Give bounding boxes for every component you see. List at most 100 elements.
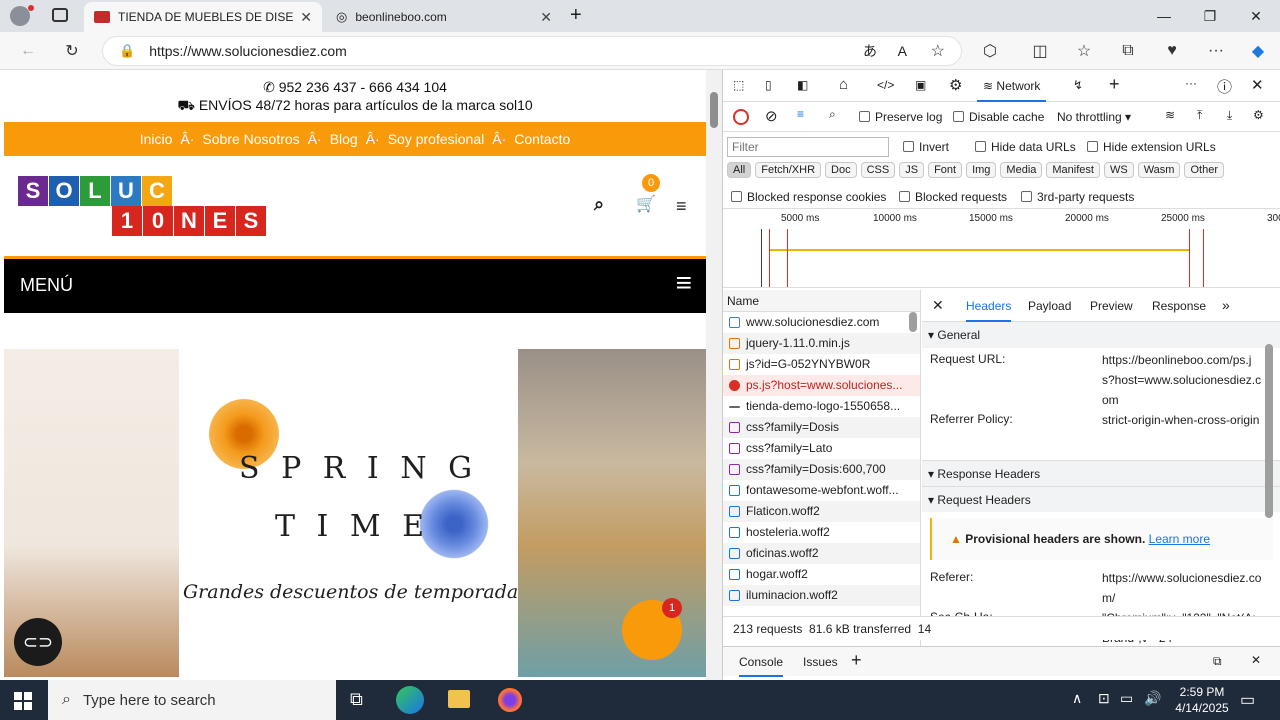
menu-toggle-icon[interactable]: ≡	[676, 267, 692, 299]
close-tab-icon[interactable]: ✕	[300, 9, 312, 26]
site-logo[interactable]: S O L U C 1 0 N E S	[18, 176, 267, 236]
tab-preview[interactable]: Preview	[1090, 299, 1133, 313]
network-tab[interactable]: ≋ Network	[977, 70, 1047, 102]
request-row[interactable]: oficinas.woff2	[723, 543, 920, 564]
filter-css[interactable]: CSS	[860, 162, 896, 178]
request-row[interactable]: jquery-1.11.0.min.js	[723, 333, 920, 354]
settings-icon[interactable]: ⚙	[1253, 108, 1264, 122]
filter-ws[interactable]: WS	[1103, 162, 1134, 178]
request-row[interactable]: css?family=Dosis	[723, 417, 920, 438]
tab-tienda[interactable]: TIENDA DE MUEBLES DE DISEÑO ✕	[84, 2, 322, 32]
favorite-star-icon[interactable]: ☆	[931, 41, 945, 61]
throttling-select[interactable]: No throttling ▾	[1057, 110, 1131, 124]
edge-taskbar-icon[interactable]	[396, 686, 424, 714]
response-headers-header[interactable]: ▾ Response Headers	[922, 460, 1280, 486]
address-bar[interactable]: 🔒 https://www.solucionesdiez.com あ A ☆	[102, 36, 962, 66]
tab-payload[interactable]: Payload	[1028, 299, 1071, 313]
filter-all[interactable]: All	[727, 162, 752, 178]
clear-icon[interactable]: ⊘	[765, 107, 778, 125]
blocked-requests-checkbox[interactable]: Blocked requests	[899, 190, 1007, 204]
welcome-icon[interactable]: ⌂	[839, 76, 848, 93]
notifications-icon[interactable]: ▭	[1240, 690, 1255, 710]
filter-media[interactable]: Media	[1000, 162, 1043, 178]
dock-icon[interactable]: ◧	[797, 78, 808, 92]
more-icon[interactable]: ···	[1204, 39, 1228, 63]
inspect-icon[interactable]: ⬚	[733, 78, 744, 92]
request-headers-header[interactable]: ▾ Request Headers	[922, 486, 1280, 512]
tab-response[interactable]: Response	[1152, 299, 1206, 313]
request-row[interactable]: Flaticon.woff2	[723, 501, 920, 522]
import-icon[interactable]: ⤒	[1197, 108, 1202, 123]
scrollbar-thumb[interactable]	[710, 92, 718, 128]
filter-font[interactable]: Font	[928, 162, 963, 178]
drawer-tab-issues[interactable]: Issues	[803, 655, 838, 669]
tab-beonlineboo[interactable]: ◎ beonlineboo.com ✕	[326, 2, 562, 32]
add-drawer-tab-icon[interactable]: +	[851, 650, 862, 671]
close-details-icon[interactable]: ✕	[932, 297, 944, 314]
page-scrollbar[interactable]	[706, 70, 722, 680]
disable-cache-checkbox[interactable]: Disable cache	[953, 110, 1044, 124]
hide-data-urls-checkbox[interactable]: Hide data URLs	[975, 140, 1076, 154]
request-row[interactable]: hogar.woff2	[723, 564, 920, 585]
export-icon[interactable]: ⤓	[1227, 108, 1232, 123]
copilot-icon[interactable]: ◆	[1246, 39, 1270, 63]
cart-icon[interactable]: 🛒	[636, 194, 656, 214]
nav-soy-profesional[interactable]: Soy profesional	[388, 131, 485, 147]
more-tools-icon[interactable]: ···	[1185, 76, 1197, 90]
read-aloud-icon[interactable]: A	[898, 43, 907, 59]
filter-wasm[interactable]: Wasm	[1137, 162, 1181, 178]
invert-checkbox[interactable]: Invert	[903, 140, 949, 154]
tray-chevron-icon[interactable]: ∧	[1072, 690, 1082, 707]
request-row-error[interactable]: ps.js?host=www.soluciones...	[723, 375, 920, 396]
close-drawer-icon[interactable]: ✕	[1251, 653, 1261, 667]
timeline-overview[interactable]: 5000 ms 10000 ms 15000 ms 20000 ms 25000…	[723, 208, 1280, 288]
request-row[interactable]: css?family=Dosis:600,700	[723, 459, 920, 480]
add-tool-icon[interactable]: +	[1109, 74, 1120, 95]
console-icon[interactable]: ▣	[915, 78, 926, 92]
tray-volume-icon[interactable]: 🔊	[1144, 690, 1161, 707]
request-row[interactable]: www.solucionesdiez.com	[723, 312, 920, 333]
split-screen-icon[interactable]: ◫	[1028, 39, 1052, 63]
back-icon[interactable]: ←	[16, 39, 40, 63]
record-icon[interactable]	[733, 109, 749, 125]
close-tab-icon[interactable]: ✕	[540, 9, 552, 26]
nav-inicio[interactable]: Inicio	[140, 131, 173, 147]
elements-icon[interactable]: </>	[877, 78, 894, 92]
taskbar-search[interactable]: ⌕ Type here to search	[48, 680, 336, 720]
filter-input[interactable]	[727, 137, 889, 157]
sources-icon[interactable]: ⚙	[949, 76, 962, 94]
close-window-icon[interactable]: ✕	[1236, 4, 1276, 28]
general-section-header[interactable]: ▾ General	[922, 322, 1280, 348]
filter-doc[interactable]: Doc	[825, 162, 857, 178]
tab-headers[interactable]: Headers	[966, 290, 1012, 322]
name-column-header[interactable]: Name	[723, 290, 920, 312]
request-row[interactable]: fontawesome-webfont.woff...	[723, 480, 920, 501]
translate-icon[interactable]: あ	[863, 41, 877, 61]
collections-icon[interactable]: ⧉	[1116, 39, 1140, 63]
task-view-icon[interactable]: ⧉	[350, 689, 363, 710]
favorites-icon[interactable]: ☆	[1072, 39, 1096, 63]
device-icon[interactable]: ▯	[765, 78, 772, 92]
minimize-icon[interactable]: —	[1144, 4, 1184, 28]
filter-fetch[interactable]: Fetch/XHR	[755, 162, 822, 178]
filter-icon[interactable]: ≡	[797, 107, 804, 121]
performance-tab-icon[interactable]: ↯	[1073, 78, 1083, 92]
explorer-taskbar-icon[interactable]	[448, 690, 470, 708]
drawer-tab-console[interactable]: Console	[739, 647, 784, 677]
tray-wifi-icon[interactable]: ▭	[1120, 690, 1133, 707]
hamburger-icon[interactable]: ≡	[676, 196, 687, 217]
undock-drawer-icon[interactable]: ⧉	[1213, 654, 1222, 669]
third-party-checkbox[interactable]: 3rd-party requests	[1021, 190, 1134, 204]
filter-other[interactable]: Other	[1184, 162, 1224, 178]
help-icon[interactable]: ⓘ	[1217, 76, 1232, 97]
network-conditions-icon[interactable]: ≋	[1165, 108, 1175, 122]
request-list-scrollbar[interactable]	[909, 312, 917, 332]
close-devtools-icon[interactable]: ✕	[1251, 76, 1264, 94]
windows-start-icon[interactable]	[14, 692, 32, 710]
restore-icon[interactable]: ❐	[1190, 4, 1230, 28]
request-row[interactable]: css?family=Lato	[723, 438, 920, 459]
menu-bar[interactable]: MENÚ ≡	[4, 256, 706, 313]
more-tabs-icon[interactable]: »	[1222, 297, 1230, 313]
search-network-icon[interactable]: ⌕	[829, 107, 836, 122]
blocked-cookies-checkbox[interactable]: Blocked response cookies	[731, 190, 886, 204]
